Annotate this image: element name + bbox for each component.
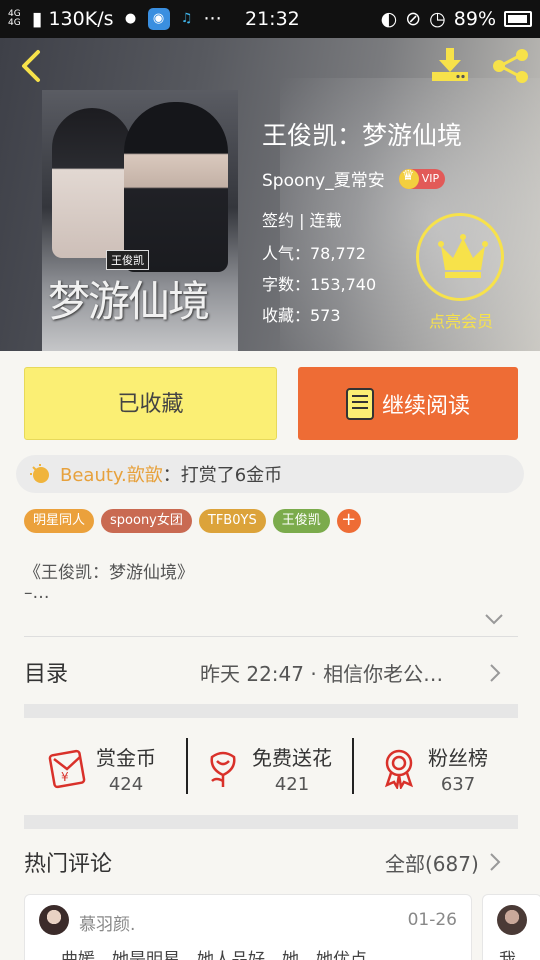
member-label[interactable]: 点亮会员	[422, 308, 500, 332]
avatar[interactable]	[497, 905, 527, 935]
battery-percent: 89%	[453, 8, 496, 30]
status-bar: 4G 4G ▮ 130K/s ● ◉ ♫ ··· 21:32 ◐ ⊘ ◷ 89%	[0, 0, 540, 38]
chat-icon: ●	[124, 11, 137, 26]
award-ribbon-icon	[384, 749, 414, 789]
author-row: Spoony_夏常安 VIP	[262, 166, 446, 191]
cover-title: 梦游仙境	[48, 277, 210, 326]
chevron-right-icon[interactable]	[488, 662, 502, 684]
section-separator	[24, 704, 518, 718]
tag-item[interactable]: spoony女团	[101, 509, 192, 533]
flower-icon	[210, 751, 236, 787]
book-icon	[345, 387, 374, 420]
continue-reading-label: 继续阅读	[381, 393, 470, 419]
favorites-count: 收藏：573	[262, 306, 341, 325]
svg-text:¥: ¥	[61, 770, 69, 784]
network-speed: 130K/s	[48, 8, 114, 30]
network-indicator: 4G 4G	[8, 9, 21, 28]
vip-badge: VIP	[398, 168, 446, 189]
book-intro-more: –…	[24, 583, 50, 603]
add-tag-button[interactable]: +	[336, 509, 361, 533]
alarm-icon: ◷	[429, 8, 446, 30]
share-button[interactable]	[490, 48, 530, 84]
stat-count: 637	[440, 773, 476, 795]
vip-label: VIP	[421, 172, 440, 185]
stat-count: 424	[108, 773, 144, 795]
fan-ranking-stat[interactable]: 粉丝榜 637	[378, 738, 488, 798]
toc-latest-chapter[interactable]: 昨天 22:47 · 相信你老公…	[200, 658, 443, 687]
stat-divider	[352, 738, 354, 794]
app-icon: ◉	[147, 8, 170, 30]
comment-text: 曲媛，她是明星，她人品好，她…她优点	[61, 950, 367, 960]
book-intro: 《王俊凯：梦游仙境》	[24, 563, 194, 583]
popularity: 人气：78,772	[262, 244, 366, 263]
continue-reading-button[interactable]: 继续阅读	[298, 367, 518, 440]
expand-chevron-icon[interactable]	[484, 612, 504, 626]
book-header: 王俊凯 梦游仙境 王俊凯：梦游仙境 Spoony_夏常安 VIP 签约 | 连载…	[0, 38, 540, 351]
back-button[interactable]	[14, 48, 50, 84]
author-name[interactable]: Spoony_夏常安	[262, 166, 385, 191]
tag-item[interactable]: TFB0YS	[198, 509, 266, 533]
mute-icon: ⊘	[405, 8, 422, 30]
stat-divider	[186, 738, 188, 794]
chevron-right-icon[interactable]	[488, 851, 502, 873]
download-icon	[432, 48, 468, 81]
ticker-user: Beauty.歆歆	[60, 465, 163, 486]
comment-user[interactable]: 慕羽颜.	[79, 910, 135, 935]
cover-figure-girl	[52, 108, 132, 258]
member-button[interactable]	[416, 213, 504, 301]
headset-icon: ◐	[380, 8, 398, 30]
notify-icon: ♫	[180, 11, 193, 26]
divider	[24, 636, 518, 637]
cover-figure-boy	[124, 102, 228, 272]
stat-label: 赏金币	[96, 745, 156, 770]
word-count: 字数：153,740	[262, 275, 377, 294]
crown-icon	[438, 234, 488, 278]
comment-date: 01-26	[407, 910, 457, 930]
toc-label[interactable]: 目录	[24, 656, 68, 688]
back-arrow-icon	[22, 50, 40, 82]
battery-icon	[504, 11, 532, 27]
book-status: 签约 | 连载	[262, 211, 342, 230]
avatar[interactable]	[39, 905, 69, 935]
comment-text: 我	[499, 950, 516, 960]
tag-list: 明星同人 spoony女团 TFB0YS 王俊凯 +	[24, 509, 361, 533]
hot-comments-title: 热门评论	[24, 852, 113, 877]
tag-item[interactable]: 明星同人	[24, 509, 95, 533]
download-button[interactable]	[430, 46, 470, 84]
comment-card[interactable]: 慕羽颜. 01-26 曲媛，她是明星，她人品好，她…她优点	[24, 894, 472, 960]
more-dots-icon: ···	[203, 8, 222, 30]
all-comments-link[interactable]: 全部(687)	[385, 848, 479, 877]
crown-icon	[398, 168, 419, 189]
free-flowers-stat[interactable]: 免费送花 421	[202, 738, 332, 798]
favorited-button[interactable]: 已收藏	[24, 367, 277, 440]
book-cover[interactable]: 王俊凯 梦游仙境	[42, 90, 238, 351]
stat-label: 粉丝榜	[428, 745, 488, 770]
stat-label: 免费送花	[252, 745, 332, 770]
comment-card[interactable]: 我	[482, 894, 540, 960]
clock: 21:32	[245, 8, 300, 30]
book-title: 王俊凯：梦游仙境	[262, 121, 463, 150]
cover-tag: 王俊凯	[106, 250, 149, 270]
reward-coins-stat[interactable]: ¥ 赏金币 424	[46, 738, 156, 798]
ticker-text: ：打赏了6金币	[162, 465, 283, 486]
signal-icon: ▮	[32, 8, 43, 30]
share-icon	[493, 49, 528, 83]
red-envelope-icon: ¥	[48, 749, 86, 789]
section-separator	[24, 815, 518, 829]
reward-ticker[interactable]: Beauty.歆歆 ：打赏了6金币	[16, 455, 524, 493]
tag-item[interactable]: 王俊凯	[272, 509, 330, 533]
stat-count: 421	[274, 773, 310, 795]
coin-sparkle-icon	[30, 464, 49, 483]
